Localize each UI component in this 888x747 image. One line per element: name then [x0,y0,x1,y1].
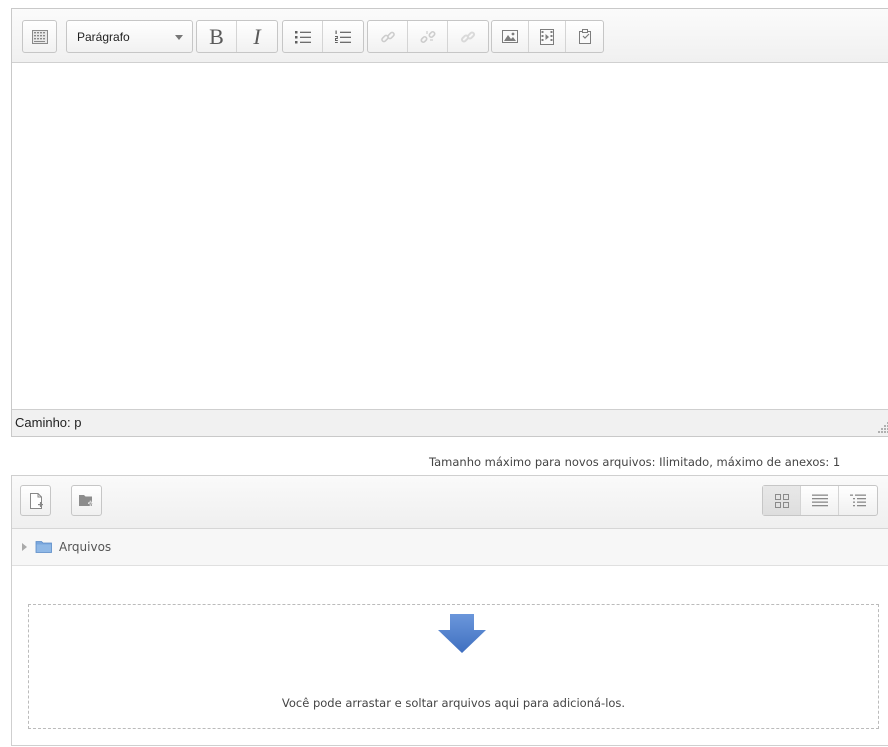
text-style-group: B I [196,20,278,53]
unordered-list-icon [294,30,311,43]
drop-zone-message: Você pode arrastar e soltar arquivos aqu… [281,696,626,710]
view-mode-group [762,485,878,516]
format-select-value: Parágrafo [77,29,130,44]
resize-grip-icon[interactable] [878,421,888,433]
ordered-list-icon [335,30,351,43]
add-file-icon [29,492,43,509]
unordered-list-button[interactable] [283,21,323,52]
paragraph-format-select[interactable]: Parágrafo [66,20,193,53]
unlink-icon [419,30,436,43]
view-icons-icon [774,493,789,508]
view-tree-icon [850,494,866,506]
add-file-button[interactable] [20,485,51,516]
editor-status-bar: Caminho: p [12,409,888,436]
expand-triangle-icon[interactable] [22,543,27,551]
view-list-button[interactable] [801,486,839,515]
arrow-down-icon [438,614,486,653]
file-manager: Arquivos Você pode arrastar e soltar arq… [11,475,888,746]
file-manager-toolbar [12,476,888,529]
text-editor: Parágrafo B I Caminho: p [11,8,888,437]
folder-name[interactable]: Arquivos [59,540,111,554]
bold-button[interactable]: B [197,21,237,52]
view-tree-button[interactable] [839,486,877,515]
file-drop-zone[interactable]: Você pode arrastar e soltar arquivos aqu… [28,604,879,729]
max-file-size-info: Tamanho máximo para novos arquivos: Ilim… [429,455,841,469]
view-icons-button[interactable] [763,486,801,515]
element-path: Caminho: p [15,415,82,430]
link-group [367,20,489,53]
editor-content-area[interactable] [12,63,888,410]
folder-icon [35,540,53,554]
ordered-list-button[interactable] [323,21,363,52]
link-icon [380,31,395,42]
anchor-link-icon [460,30,476,43]
unlink-button[interactable] [408,21,448,52]
toolbar-toggle-button[interactable] [23,21,56,52]
manage-files-button[interactable] [566,21,603,52]
toolbar-toggle-group [22,20,57,53]
manage-files-icon [578,29,591,44]
image-button[interactable] [492,21,529,52]
view-list-icon [811,494,828,507]
anchor-link-button[interactable] [448,21,488,52]
italic-icon: I [253,23,261,49]
image-icon [502,30,518,43]
editor-toolbar: Parágrafo B I [12,9,888,63]
media-button[interactable] [529,21,566,52]
media-icon [540,28,554,45]
list-group [282,20,364,53]
file-path-bar: Arquivos [12,529,888,566]
media-group [491,20,604,53]
toolbar-toggle-icon [31,29,48,44]
create-folder-button[interactable] [71,485,102,516]
chevron-down-icon [175,35,183,40]
create-folder-icon [79,495,93,506]
italic-button[interactable]: I [237,21,277,52]
link-button[interactable] [368,21,408,52]
bold-icon: B [209,23,224,49]
